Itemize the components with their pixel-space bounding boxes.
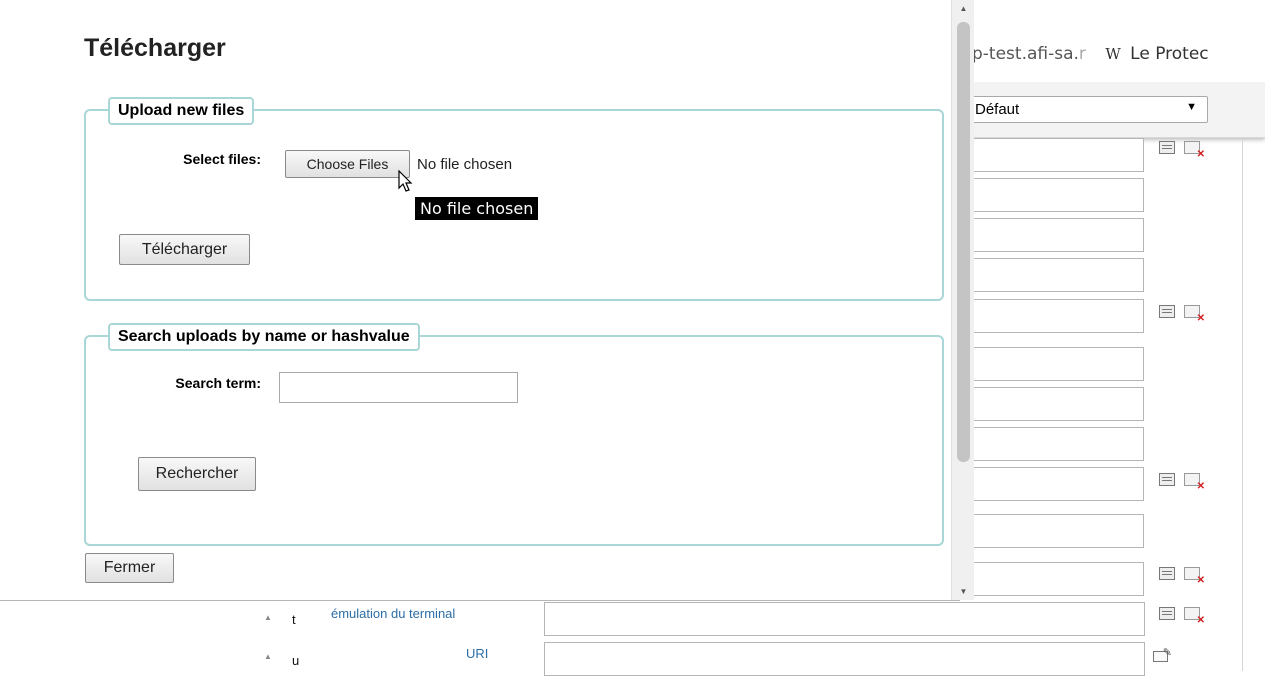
profile-select[interactable]: Défaut ▼ [966, 96, 1208, 123]
row-actions [1159, 473, 1205, 492]
value-field[interactable] [960, 299, 1144, 333]
value-field[interactable] [960, 467, 1144, 501]
column-divider [1242, 138, 1243, 671]
tooltip: No file chosen [415, 197, 539, 220]
mouse-cursor-icon [398, 170, 413, 192]
close-button[interactable]: Fermer [85, 553, 174, 583]
delete-icon[interactable] [1184, 567, 1205, 586]
edit-icon[interactable] [1153, 646, 1172, 662]
bookmark-le-protec[interactable]: Le Protec [1130, 44, 1208, 64]
dialog-title: Télécharger [84, 34, 226, 62]
row-letter: t [292, 612, 296, 627]
search-term-label: Search term: [175, 375, 261, 391]
row-actions [1159, 607, 1205, 626]
value-field[interactable] [960, 387, 1144, 421]
section-divider [0, 600, 960, 601]
choose-files-button[interactable]: Choose Files [285, 150, 410, 178]
value-field[interactable] [960, 138, 1144, 172]
scroll-down-arrow-icon[interactable]: ▼ [952, 587, 975, 596]
value-field[interactable] [960, 178, 1144, 212]
file-status: No file chosen [417, 156, 513, 173]
copy-icon[interactable] [1159, 567, 1175, 580]
search-term-input[interactable] [279, 372, 518, 403]
bookmark-afi[interactable]: p-test.afi-sa.r [972, 44, 1086, 64]
dialog-scrollbar[interactable]: ▲ ▼ [951, 0, 974, 600]
scroll-up-arrow-icon[interactable]: ▲ [952, 4, 975, 13]
delete-icon[interactable] [1184, 141, 1205, 160]
sort-up-icon[interactable]: ▲ [264, 613, 272, 622]
search-button[interactable]: Rechercher [138, 457, 256, 491]
row-label-link[interactable]: émulation du terminal [331, 606, 455, 621]
wikipedia-icon: W [1105, 45, 1121, 63]
upload-submit-button[interactable]: Télécharger [119, 234, 250, 265]
value-field[interactable] [544, 602, 1145, 636]
copy-icon[interactable] [1159, 305, 1175, 318]
upload-dialog: Télécharger Upload new files Select file… [0, 0, 960, 600]
row-actions [1159, 305, 1205, 324]
row-letter: u [292, 653, 300, 668]
row-actions [1159, 567, 1205, 586]
copy-icon[interactable] [1159, 473, 1175, 486]
value-field[interactable] [960, 427, 1144, 461]
copy-icon[interactable] [1159, 141, 1175, 154]
value-field[interactable] [960, 347, 1144, 381]
bookmark-bar: p-test.afi-sa.r W Le Protec [972, 44, 1209, 64]
search-fieldset: Search uploads by name or hashvalue [84, 323, 944, 546]
search-legend: Search uploads by name or hashvalue [108, 323, 420, 351]
copy-icon[interactable] [1159, 607, 1175, 620]
delete-icon[interactable] [1184, 473, 1205, 492]
dropdown-arrow-icon: ▼ [1186, 101, 1197, 113]
delete-icon[interactable] [1184, 607, 1205, 626]
delete-icon[interactable] [1184, 305, 1205, 324]
scrollbar-thumb[interactable] [957, 22, 970, 462]
row-label-link[interactable]: URI [466, 646, 488, 661]
value-field[interactable] [960, 218, 1144, 252]
row-actions [1159, 141, 1205, 160]
value-field[interactable] [960, 258, 1144, 292]
row-actions [1153, 646, 1172, 662]
value-field[interactable] [960, 514, 1144, 548]
value-field[interactable] [960, 562, 1144, 596]
upload-legend: Upload new files [108, 97, 255, 125]
sort-up-icon[interactable]: ▲ [264, 652, 272, 661]
select-files-label: Select files: [183, 151, 261, 167]
